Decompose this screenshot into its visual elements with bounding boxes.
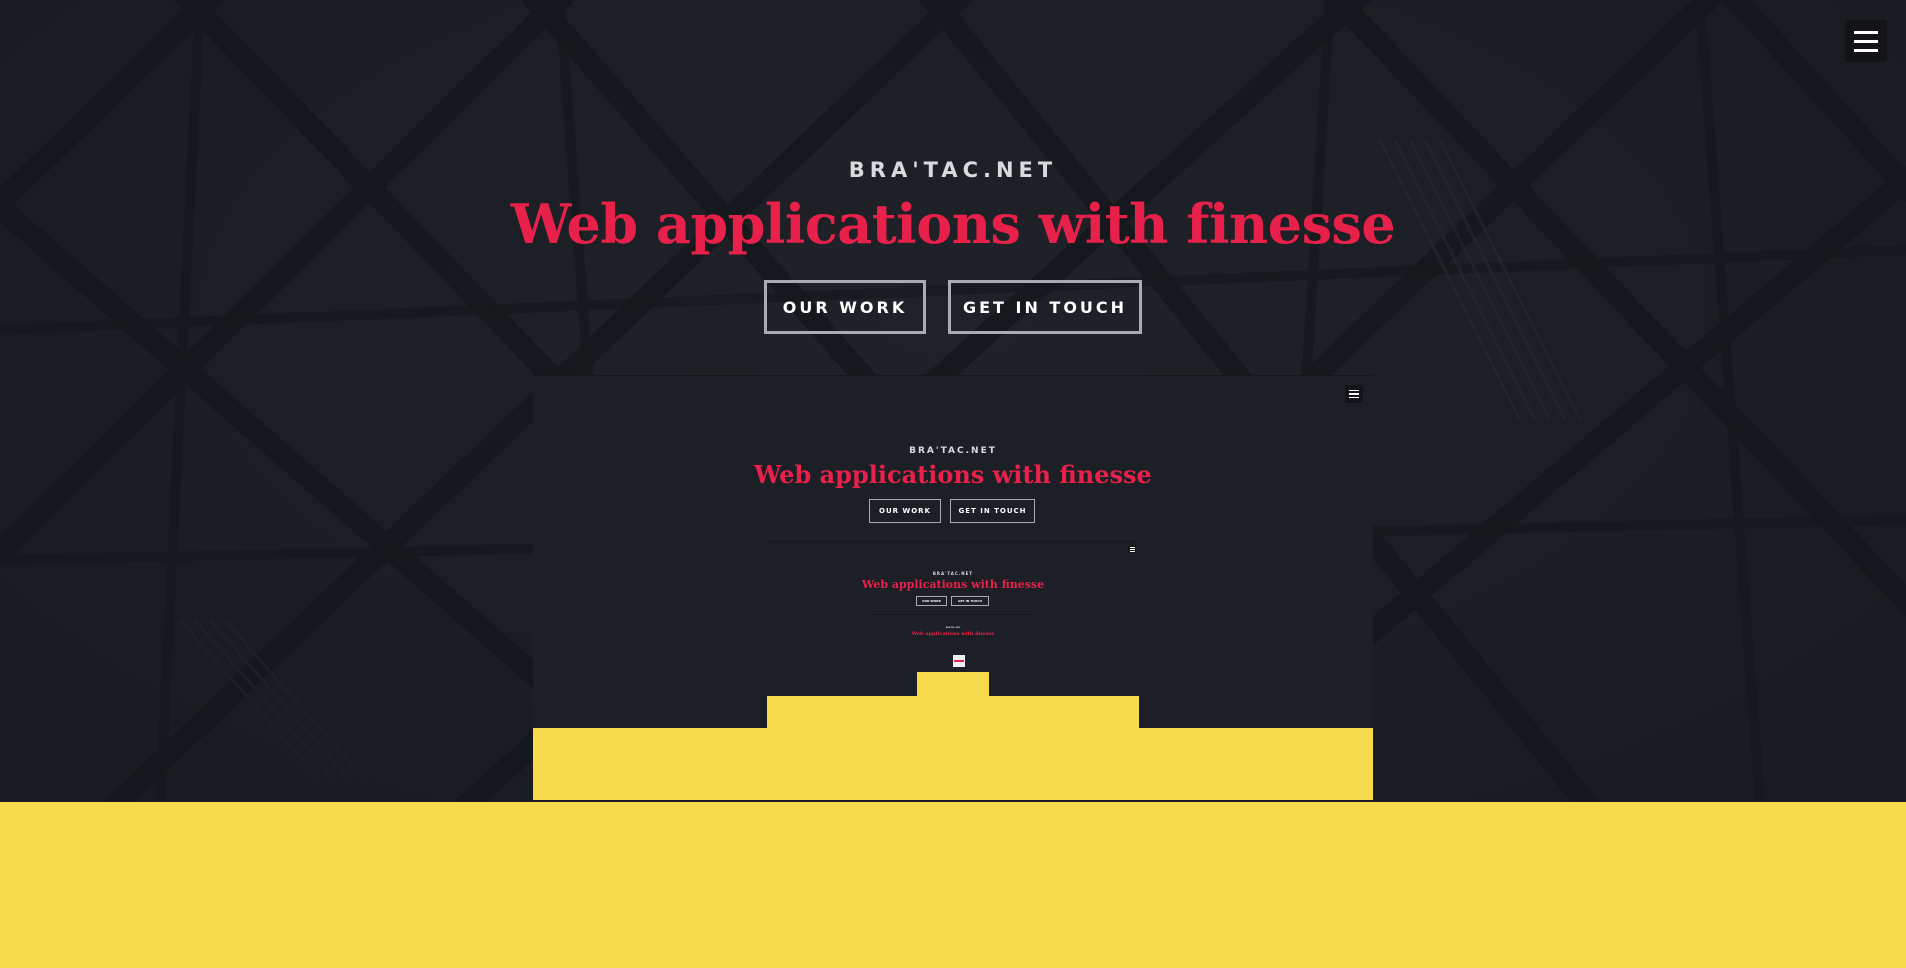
preview-level-2-headline: Web applications with finesse xyxy=(861,578,1045,591)
our-work-button[interactable]: OUR WORK xyxy=(764,280,926,334)
preview-our-work-button: OUR WORK xyxy=(869,499,941,523)
preview-level-3-yellow xyxy=(917,672,989,697)
preview-level-4-accent xyxy=(954,660,964,662)
preview-headline: Web applications with finesse xyxy=(754,460,1152,489)
hamburger-menu-icon[interactable] xyxy=(1845,20,1887,62)
preview-menu-icon xyxy=(1345,385,1363,403)
preview-yellow-band xyxy=(533,728,1373,802)
brand-name: BRA'TAC.NET xyxy=(848,158,1058,182)
preview-brand-name: BRA'TAC.NET xyxy=(909,446,997,456)
site-preview-frame: BRA'TAC.NET Web applications with finess… xyxy=(533,375,1373,802)
preview-get-in-touch-button: GET IN TOUCH xyxy=(950,499,1035,523)
preview-level-2-brand: BRA'TAC.NET xyxy=(932,571,974,576)
preview-level-2-get-in-touch: GET IN TOUCH xyxy=(951,596,989,606)
preview-level-2-our-work: OUR WORK xyxy=(916,596,947,606)
yellow-section xyxy=(0,802,1906,968)
preview-frame-level-3: BRA'TAC.NET Web applications with finess… xyxy=(871,614,1035,697)
page-headline: Web applications with finesse xyxy=(510,192,1396,256)
get-in-touch-button[interactable]: GET IN TOUCH xyxy=(948,280,1142,334)
preview-level-2-menu-icon xyxy=(1128,545,1136,553)
preview-level-3-brand: BRA'TAC.NET xyxy=(945,627,961,629)
section-divider xyxy=(533,800,1373,802)
preview-level-3-headline: Web applications with finesse xyxy=(911,631,995,637)
